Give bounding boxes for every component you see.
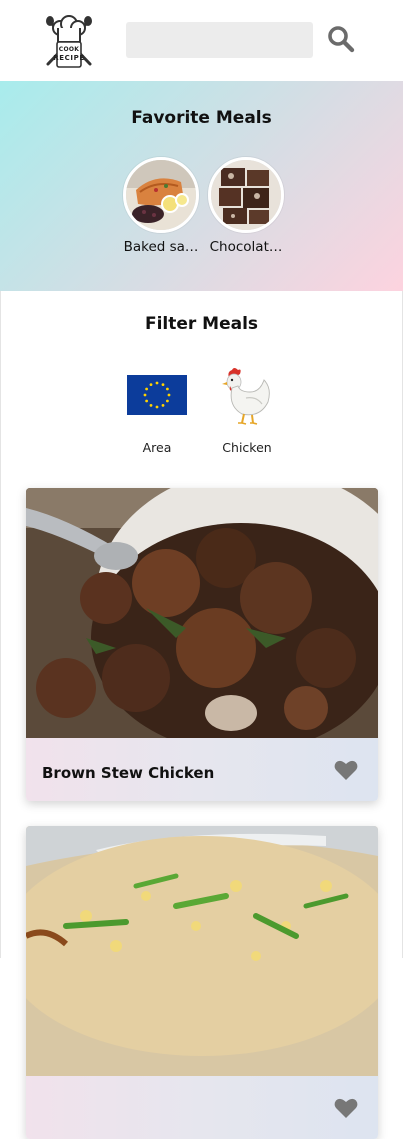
- meal-card-footer: Brown Stew Chicken: [26, 738, 378, 801]
- eu-flag-icon: [127, 375, 187, 415]
- meal-photo: [26, 826, 378, 1076]
- cook-recipe-logo[interactable]: COOK RECIPE: [44, 14, 94, 68]
- meal-name: Brown Stew Chicken: [42, 764, 215, 782]
- filter-meals-title: Filter Meals: [144, 314, 259, 334]
- logo-line-2: RECIPE: [53, 54, 85, 62]
- favorite-meals-title: Favorite Meals: [131, 108, 272, 128]
- favorite-meal-thumbnail[interactable]: [123, 157, 199, 233]
- favorite-button[interactable]: [334, 1097, 358, 1119]
- favorite-meal-label: Baked sa…: [123, 239, 199, 255]
- favorite-meal-label: Chocolat…: [209, 239, 283, 255]
- filter-area-label: Area: [142, 440, 172, 455]
- filter-chicken-label: Chicken: [222, 440, 272, 455]
- heart-icon: [334, 760, 358, 780]
- meal-card-footer: [26, 1076, 378, 1139]
- heart-icon: [334, 1098, 358, 1118]
- favorite-meal-thumbnail[interactable]: [208, 157, 284, 233]
- meal-photo: [26, 488, 378, 738]
- search-input[interactable]: [126, 22, 313, 58]
- favorite-button[interactable]: [334, 759, 358, 781]
- search-icon: [328, 26, 355, 53]
- meal-card[interactable]: [26, 826, 378, 1139]
- baked-salmon-photo: [126, 160, 196, 230]
- chicken-icon: [222, 368, 270, 425]
- search-button[interactable]: [326, 24, 356, 54]
- chocolate-dessert-photo: [211, 160, 281, 230]
- logo-line-1: COOK: [58, 46, 80, 53]
- meal-card[interactable]: Brown Stew Chicken: [26, 488, 378, 801]
- header: COOK RECIPE: [0, 0, 403, 81]
- favorite-meals-section: Favorite Meals Baked sa… Chocolat…: [0, 81, 403, 291]
